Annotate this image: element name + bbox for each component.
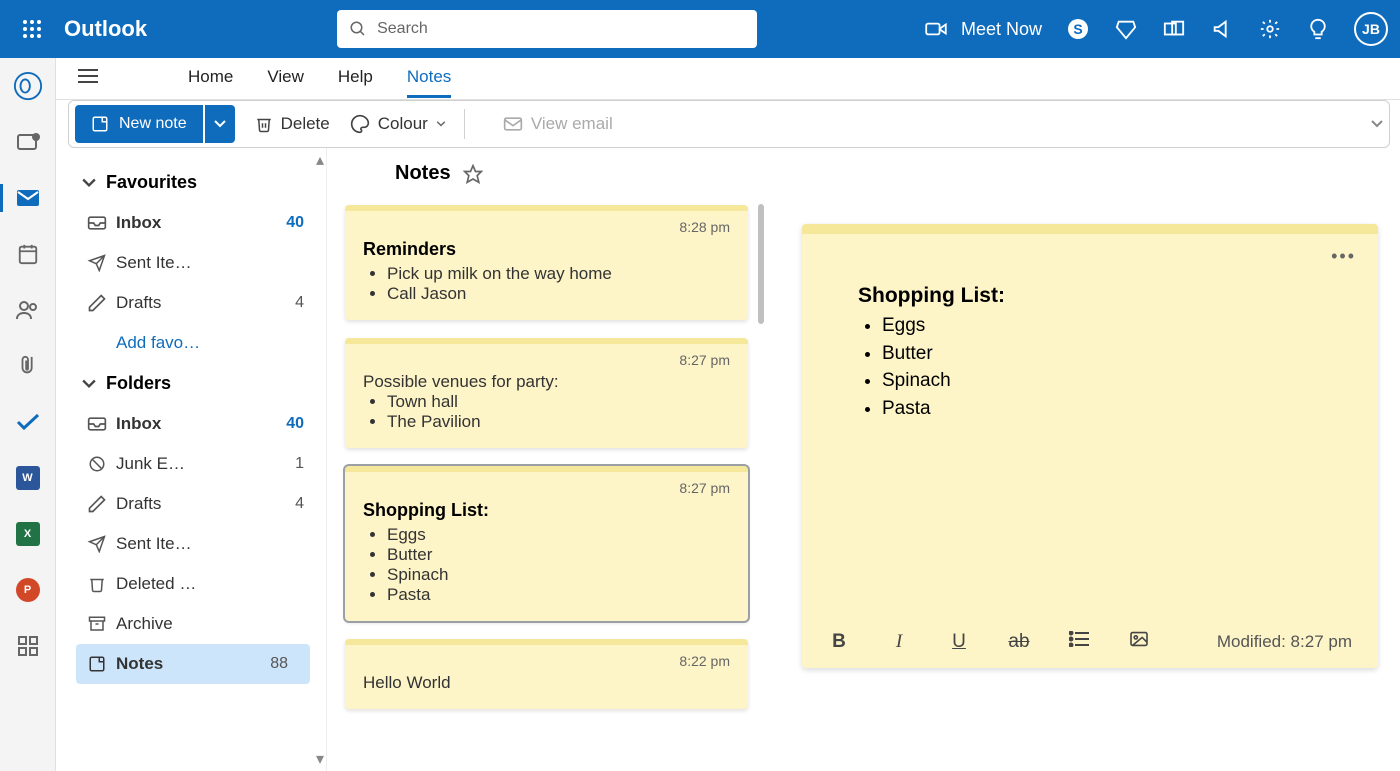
meet-now-button[interactable]: Meet Now bbox=[925, 19, 1042, 40]
hamburger-icon[interactable] bbox=[78, 68, 98, 89]
rail-calendar-icon[interactable] bbox=[10, 236, 46, 272]
nav-notes[interactable]: Notes 88 bbox=[76, 644, 310, 684]
nav-fav-inbox[interactable]: Inbox 40 bbox=[56, 203, 326, 243]
colour-button[interactable]: Colour bbox=[350, 114, 446, 134]
bold-button[interactable]: B bbox=[828, 631, 850, 653]
favourite-star-icon[interactable] bbox=[463, 164, 483, 184]
nav-sent[interactable]: Sent Ite… bbox=[56, 524, 326, 564]
user-avatar[interactable]: JB bbox=[1354, 12, 1388, 46]
note-editor-body[interactable]: EggsButterSpinachPasta bbox=[882, 312, 1338, 422]
svg-text:S: S bbox=[1073, 21, 1082, 37]
settings-icon[interactable] bbox=[1258, 17, 1282, 41]
note-title: Reminders bbox=[363, 239, 730, 260]
note-card[interactable]: 8:27 pm Shopping List: EggsButterSpinachPa… bbox=[345, 466, 748, 621]
note-editor-title[interactable]: Shopping List: bbox=[858, 284, 1338, 308]
rail-new-mail-icon[interactable] bbox=[10, 124, 46, 160]
nav-drafts[interactable]: Drafts 4 bbox=[56, 484, 326, 524]
nav-junk[interactable]: Junk E… 1 bbox=[56, 444, 326, 484]
note-time: 8:28 pm bbox=[363, 219, 730, 235]
tab-help[interactable]: Help bbox=[338, 59, 373, 98]
nav-add-favourite[interactable]: Add favo… bbox=[56, 323, 326, 363]
teams-icon[interactable] bbox=[1162, 17, 1186, 41]
favourites-header[interactable]: Favourites bbox=[56, 162, 326, 203]
search-placeholder: Search bbox=[377, 20, 428, 38]
note-more-icon[interactable]: ••• bbox=[1331, 246, 1356, 267]
toolbar-expand-icon[interactable] bbox=[1371, 115, 1383, 133]
tab-home[interactable]: Home bbox=[188, 59, 233, 98]
rail-todo-icon[interactable] bbox=[10, 404, 46, 440]
rail-powerpoint-icon[interactable]: P bbox=[10, 572, 46, 608]
announce-icon[interactable] bbox=[1210, 17, 1234, 41]
nav-inbox[interactable]: Inbox 40 bbox=[56, 404, 326, 444]
modified-label: Modified: 8:27 pm bbox=[1217, 632, 1352, 652]
rail-mail-icon[interactable] bbox=[10, 180, 46, 216]
note-body: EggsButterSpinachPasta bbox=[363, 525, 730, 605]
italic-button[interactable]: I bbox=[888, 631, 910, 653]
view-email-button: View email bbox=[503, 114, 613, 134]
bullet-list-button[interactable] bbox=[1068, 631, 1090, 653]
rail-apps-icon[interactable] bbox=[10, 628, 46, 664]
note-card[interactable]: 8:27 pm Possible venues for party:Town ha… bbox=[345, 338, 748, 448]
folders-header[interactable]: Folders bbox=[56, 363, 326, 404]
note-body: Hello World bbox=[363, 673, 730, 693]
premium-icon[interactable] bbox=[1114, 17, 1138, 41]
delete-button[interactable]: Delete bbox=[255, 114, 330, 134]
rail-people-icon[interactable] bbox=[10, 292, 46, 328]
note-time: 8:27 pm bbox=[363, 480, 730, 496]
nav-scroll-down-icon[interactable]: ▾ bbox=[316, 749, 324, 769]
note-card[interactable]: 8:28 pm Reminders Pick up milk on the way … bbox=[345, 205, 748, 320]
strikethrough-button[interactable]: ab bbox=[1008, 631, 1030, 653]
list-scrollbar[interactable] bbox=[758, 204, 764, 324]
nav-deleted[interactable]: Deleted … bbox=[56, 564, 326, 604]
nav-archive[interactable]: Archive bbox=[56, 604, 326, 644]
skype-icon[interactable]: S bbox=[1066, 17, 1090, 41]
note-time: 8:22 pm bbox=[363, 653, 730, 669]
nav-fav-sent[interactable]: Sent Ite… bbox=[56, 243, 326, 283]
rail-word-icon[interactable]: W bbox=[10, 460, 46, 496]
tab-notes[interactable]: Notes bbox=[407, 59, 451, 98]
tab-view[interactable]: View bbox=[267, 59, 304, 98]
rail-files-icon[interactable] bbox=[10, 348, 46, 384]
note-card[interactable]: 8:22 pm Hello World bbox=[345, 639, 748, 709]
new-note-dropdown[interactable] bbox=[205, 105, 235, 143]
note-time: 8:27 pm bbox=[363, 352, 730, 368]
app-launcher-icon[interactable] bbox=[12, 19, 52, 39]
note-title: Shopping List: bbox=[363, 500, 730, 521]
tips-icon[interactable] bbox=[1306, 17, 1330, 41]
nav-fav-drafts[interactable]: Drafts 4 bbox=[56, 283, 326, 323]
image-button[interactable] bbox=[1128, 631, 1150, 653]
note-body: Possible venues for party:Town hallThe P… bbox=[363, 372, 730, 432]
underline-button[interactable]: U bbox=[948, 631, 970, 653]
rail-excel-icon[interactable]: X bbox=[10, 516, 46, 552]
rail-outlook-icon[interactable] bbox=[10, 68, 46, 104]
brand-label: Outlook bbox=[64, 16, 147, 42]
note-body: Pick up milk on the way homeCall Jason bbox=[363, 264, 730, 304]
search-input[interactable]: Search bbox=[337, 10, 757, 48]
note-editor[interactable]: ••• Shopping List: EggsButterSpinachPast… bbox=[802, 224, 1378, 668]
new-note-button[interactable]: New note bbox=[75, 105, 203, 143]
list-title: Notes bbox=[395, 162, 451, 185]
